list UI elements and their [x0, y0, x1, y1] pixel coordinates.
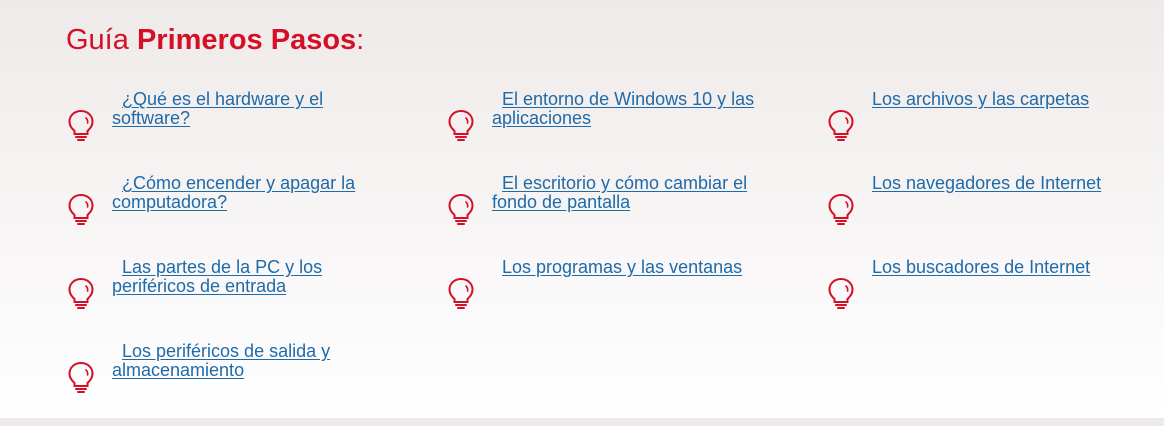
guide-link-escritorio[interactable]: El escritorio y cómo cambiar el fondo de… [492, 174, 762, 212]
guide-link-partes-pc[interactable]: Las partes de la PC y los periféricos de… [112, 258, 382, 296]
lightbulb-icon [68, 109, 94, 141]
guide-page: Guía Primeros Pasos: ¿Qué es el hardware… [0, 0, 1164, 418]
lightbulb-icon [828, 277, 854, 309]
guide-link-buscadores[interactable]: Los buscadores de Internet [872, 258, 1132, 277]
guide-item-buscadores: Los buscadores de Internet [826, 258, 1146, 342]
lightbulb-icon [448, 193, 474, 225]
guide-link-label: Los periféricos de salida y almacenamien… [112, 341, 331, 380]
guide-item-windows: El entorno de Windows 10 y las aplicacio… [446, 90, 826, 174]
guide-link-label: ¿Qué es el hardware y el software? [112, 89, 324, 128]
guide-item-encender: ¿Cómo encender y apagar la computadora? [66, 174, 446, 258]
guide-item-escritorio: El escritorio y cómo cambiar el fondo de… [446, 174, 826, 258]
guide-link-label: El escritorio y cómo cambiar el fondo de… [492, 173, 748, 212]
lightbulb-icon [448, 277, 474, 309]
guide-link-label: El entorno de Windows 10 y las aplicacio… [492, 89, 755, 128]
lightbulb-icon [828, 193, 854, 225]
guide-link-windows[interactable]: El entorno de Windows 10 y las aplicacio… [492, 90, 762, 128]
guide-item-archivos: Los archivos y las carpetas [826, 90, 1146, 174]
guide-link-perifericos-salida[interactable]: Los periféricos de salida y almacenamien… [112, 342, 382, 380]
page-title-colon: : [356, 24, 365, 56]
guide-item-perifericos-salida: Los periféricos de salida y almacenamien… [66, 342, 446, 426]
page-title-light: Guía [66, 24, 137, 56]
guide-item-programas: Los programas y las ventanas [446, 258, 826, 342]
guide-item-partes-pc: Las partes de la PC y los periféricos de… [66, 258, 446, 342]
guide-link-programas[interactable]: Los programas y las ventanas [492, 258, 762, 277]
page-title: Guía Primeros Pasos: [66, 20, 364, 60]
guide-link-label: Los programas y las ventanas [502, 257, 743, 277]
lightbulb-icon [68, 277, 94, 309]
guide-link-encender[interactable]: ¿Cómo encender y apagar la computadora? [112, 174, 382, 212]
guide-link-navegadores[interactable]: Los navegadores de Internet [872, 174, 1132, 193]
lightbulb-icon [448, 109, 474, 141]
guide-links-grid: ¿Qué es el hardware y el software? El en… [66, 90, 1146, 426]
page-title-bold: Primeros Pasos [136, 24, 357, 56]
guide-item-navegadores: Los navegadores de Internet [826, 174, 1146, 258]
guide-link-hardware[interactable]: ¿Qué es el hardware y el software? [112, 90, 382, 128]
guide-link-label: ¿Cómo encender y apagar la computadora? [112, 173, 356, 212]
lightbulb-icon [68, 193, 94, 225]
lightbulb-icon [828, 109, 854, 141]
guide-link-label: Las partes de la PC y los periféricos de… [112, 257, 323, 296]
lightbulb-icon [68, 361, 94, 393]
guide-link-archivos[interactable]: Los archivos y las carpetas [872, 90, 1132, 109]
guide-item-hardware: ¿Qué es el hardware y el software? [66, 90, 446, 174]
